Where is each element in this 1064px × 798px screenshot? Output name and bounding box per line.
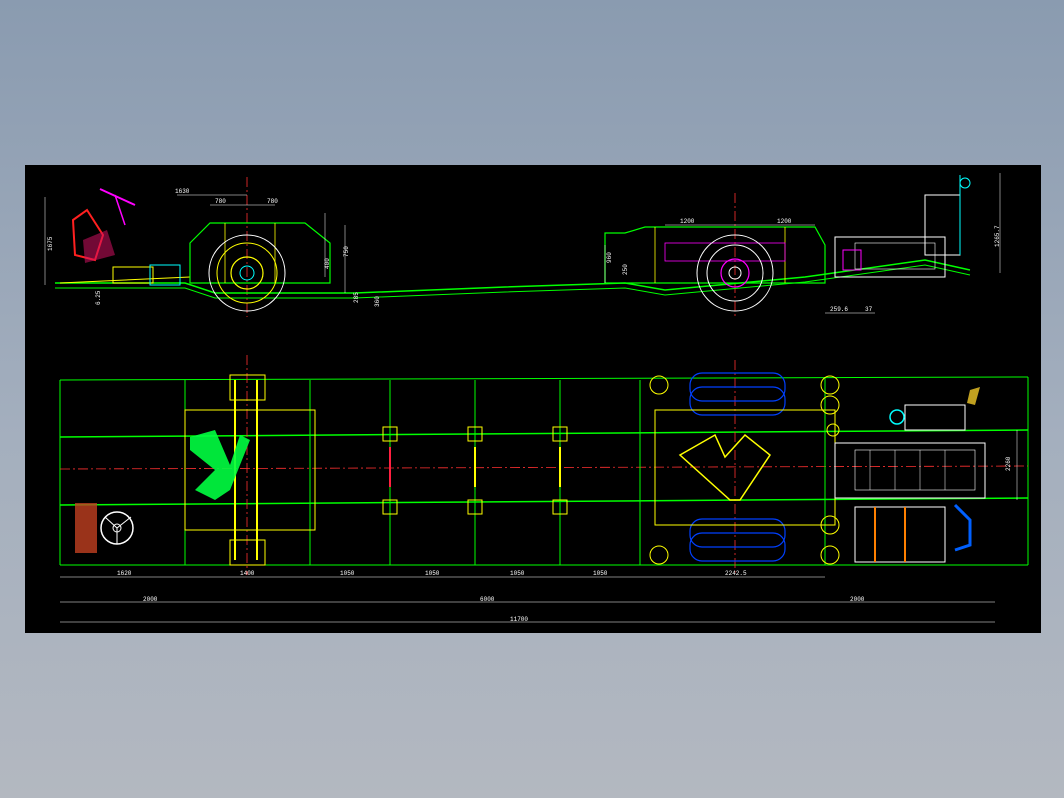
dim-plan-1: 1620 (117, 570, 132, 577)
dim-height-d: 960 (606, 252, 613, 263)
dim-plan-overhang-rear: 2000 (850, 596, 865, 603)
dim-plan-7: 2242.5 (725, 570, 747, 577)
dim-height-e: 360 (374, 296, 381, 307)
dim-bottom-a: 6.25 (95, 290, 102, 305)
dim-plan-overhang-front: 2000 (143, 596, 158, 603)
dim-rear-axle-left: 1200 (680, 218, 695, 225)
dim-bottom-c: 37 (865, 306, 873, 313)
dim-height-c: 285 (353, 292, 360, 303)
cad-drawing-viewport[interactable]: 1630 780 780 1200 1200 1675 400 750 285 … (25, 165, 1041, 633)
dim-front-overhang: 1630 (175, 188, 190, 195)
dim-front-axle-left: 780 (215, 198, 226, 205)
dim-plan-width: 2260 (1005, 456, 1012, 471)
dim-plan-6: 1050 (593, 570, 608, 577)
chassis-drawing: 1630 780 780 1200 1200 1675 400 750 285 … (44, 173, 1029, 623)
dim-plan-wheelbase: 6000 (480, 596, 495, 603)
dim-plan-5: 1050 (510, 570, 525, 577)
dim-height-b: 750 (343, 246, 350, 257)
plan-view (59, 355, 1029, 623)
dim-height-a: 400 (324, 258, 331, 269)
dim-left-height: 1675 (47, 236, 54, 251)
dim-bottom-b: 259.6 (830, 306, 848, 313)
dim-plan-4: 1050 (425, 570, 440, 577)
dim-plan-3: 1050 (340, 570, 355, 577)
dim-right-height: 1265.7 (994, 225, 1001, 247)
dim-rear-axle-right: 1200 (777, 218, 792, 225)
dim-height-f: 250 (622, 264, 629, 275)
dim-plan-2: 1400 (240, 570, 255, 577)
dim-front-axle-right: 780 (267, 198, 278, 205)
dim-plan-total: 11700 (510, 616, 528, 623)
